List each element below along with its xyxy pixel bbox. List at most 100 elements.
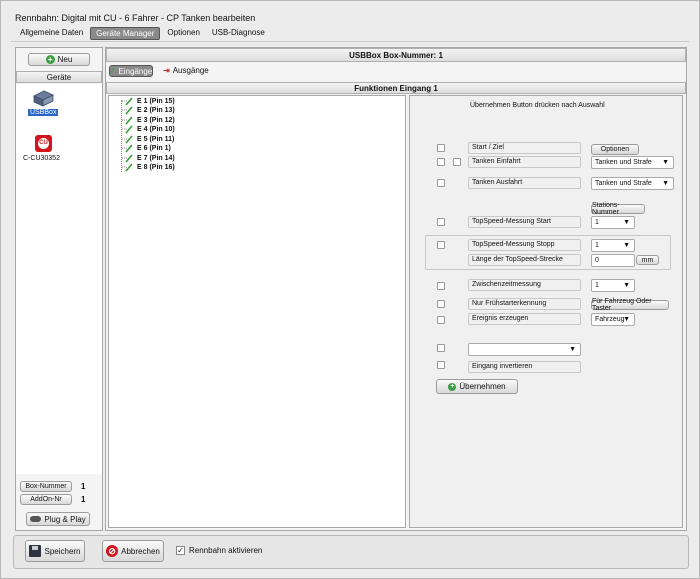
box-number-value: 1 [81,482,86,491]
zwischenzeit-checkbox[interactable] [437,282,445,290]
chevron-down-icon: ▼ [623,242,630,249]
menu-item-optionen[interactable]: Optionen [162,27,204,40]
chevron-down-icon: ▼ [662,159,669,166]
cancel-icon: ⊘ [106,545,119,557]
start-ziel-label: Start / Ziel [468,142,581,154]
plug-and-play-label: Plug & Play [44,514,86,524]
topspeed-laenge-input[interactable]: 0 [591,254,635,267]
cancel-label: Abbrechen [121,546,160,556]
menu-item-geraete-manager[interactable]: Geräte Manager [90,27,161,40]
tanken-ausfahrt-checkbox[interactable] [437,179,445,187]
functions-header: Funktionen Eingang 1 [106,82,686,94]
fruehstarter-label: Nur Frühstarterkennung [468,298,581,310]
apply-button[interactable]: + Übernehmen [436,379,518,394]
activate-checkbox[interactable]: ✓ [176,546,185,555]
tree-item-e1[interactable]: E 1 (Pin 15) [122,97,175,106]
tanken-einfahrt-checkbox[interactable] [437,158,445,166]
tanken-ausfahrt-select[interactable]: Tanken und Strafe ▼ [591,177,674,190]
tree-item-e8[interactable]: E 8 (Pin 16) [122,163,175,172]
new-device-button[interactable]: + Neu [28,53,90,66]
tanken-einfahrt-label: Tanken Einfahrt [468,156,581,168]
tree-item-label: E 6 (Pin 1) [137,145,171,152]
invertieren-label: Eingang invertieren [468,361,581,373]
tanken-einfahrt-select[interactable]: Tanken und Strafe ▼ [591,156,674,169]
ereignis-label: Ereignis erzeugen [468,313,581,325]
menu-item-usb-diagnose[interactable]: USB-Diagnose [207,27,270,40]
menu-item-allgemeine-daten[interactable]: Allgemeine Daten [15,27,88,40]
input-icon [122,154,134,163]
box-header: USBBox Box-Nummer: 1 [106,48,686,62]
input-icon [122,144,134,153]
cancel-button[interactable]: ⊘ Abbrechen [102,540,164,562]
topspeed-start-checkbox[interactable] [437,218,445,226]
chevron-down-icon: ▼ [623,316,630,323]
stations-nummer-button[interactable]: Stations-Nummer [591,202,645,216]
device-label-cu: C-CU30352 [23,155,60,162]
input-arrow-icon: ⟋ [109,66,116,75]
cu-device-icon: CU [35,135,52,152]
devices-header: Geräte [16,71,102,83]
addon-number-label: AddOn-Nr [20,494,72,505]
topspeed-stopp-checkbox[interactable] [437,241,445,249]
new-device-label: Neu [57,55,73,64]
start-ziel-checkbox[interactable] [437,144,445,152]
fahrzeug-taster-button[interactable]: Für Fahrzeug Oder Taster [591,298,669,312]
fruehstarter-checkbox[interactable] [437,300,445,308]
custom-event-select[interactable]: ▼ [468,343,581,356]
zwischenzeit-select[interactable]: 1 ▼ [591,279,635,292]
topspeed-stopp-label: TopSpeed-Messung Stopp [468,239,581,251]
select-value: 1 [595,282,599,289]
ereignis-checkbox[interactable] [437,316,445,324]
device-item-cu[interactable]: CU C-CU30352 [23,135,63,165]
topspeed-stopp-select[interactable]: 1 ▼ [591,239,635,252]
topspeed-laenge-label: Länge der TopSpeed-Strecke [468,254,581,266]
tab-eingaenge-label: Eingänge [118,66,153,76]
tree-item-label: E 7 (Pin 14) [137,155,175,162]
save-label: Speichern [44,546,81,556]
tree-item-e5[interactable]: E 5 (Pin 11) [122,135,174,144]
tab-ausgaenge-label: Ausgänge [172,66,209,75]
device-item-usbbox[interactable]: USBBox [26,89,60,123]
options-button[interactable]: Optionen [591,144,639,155]
box-number-label: Box-Nummer [20,481,72,492]
tree-item-label: E 1 (Pin 15) [137,98,175,105]
plus-icon: + [448,382,457,391]
chevron-down-icon: ▼ [662,180,669,187]
chevron-down-icon: ▼ [569,346,576,353]
ereignis-select[interactable]: Fahrzeug ▼ [591,313,635,326]
tree-item-label: E 5 (Pin 11) [137,136,175,143]
select-value: 1 [595,242,599,249]
tree-item-e3[interactable]: E 3 (Pin 12) [122,116,175,125]
plug-and-play-button[interactable]: Plug & Play [26,512,90,526]
tree-item-e2[interactable]: E 2 (Pin 13) [122,106,175,115]
input-icon [122,97,134,106]
save-button[interactable]: Speichern [25,540,85,562]
tree-item-label: E 2 (Pin 13) [137,107,175,114]
topspeed-unit: mm [636,255,659,265]
select-value: Tanken und Strafe [595,159,652,166]
tree-item-e7[interactable]: E 7 (Pin 14) [122,154,175,163]
floppy-disk-icon [29,545,42,557]
select-value: Tanken und Strafe [595,180,652,187]
input-icon [122,163,134,172]
topspeed-start-label: TopSpeed-Messung Start [468,216,581,228]
tab-ausgaenge[interactable]: ⇥ Ausgänge [163,66,209,75]
gamepad-icon [30,516,42,522]
input-icon [122,125,134,134]
activate-label: Rennbahn aktivieren [189,546,263,555]
tree-item-e4[interactable]: E 4 (Pin 10) [122,125,175,134]
addon-number-value: 1 [81,495,86,504]
tree-item-e6[interactable]: E 6 (Pin 1) [122,144,171,153]
input-icon [122,116,134,125]
topspeed-start-select[interactable]: 1 ▼ [591,216,635,229]
output-arrow-icon: ⇥ [163,66,170,75]
menu-bar: Allgemeine Daten Geräte Manager Optionen… [15,27,272,40]
apply-label: Übernehmen [459,382,506,391]
chevron-down-icon: ▼ [623,282,630,289]
tanken-einfahrt-secondary-checkbox[interactable] [453,158,461,166]
invertieren-checkbox[interactable] [437,361,445,369]
custom-event-checkbox[interactable] [437,344,445,352]
tab-eingaenge[interactable]: ⟋ Eingänge [109,65,153,77]
input-icon [122,135,134,144]
tree-item-label: E 4 (Pin 10) [137,126,175,133]
